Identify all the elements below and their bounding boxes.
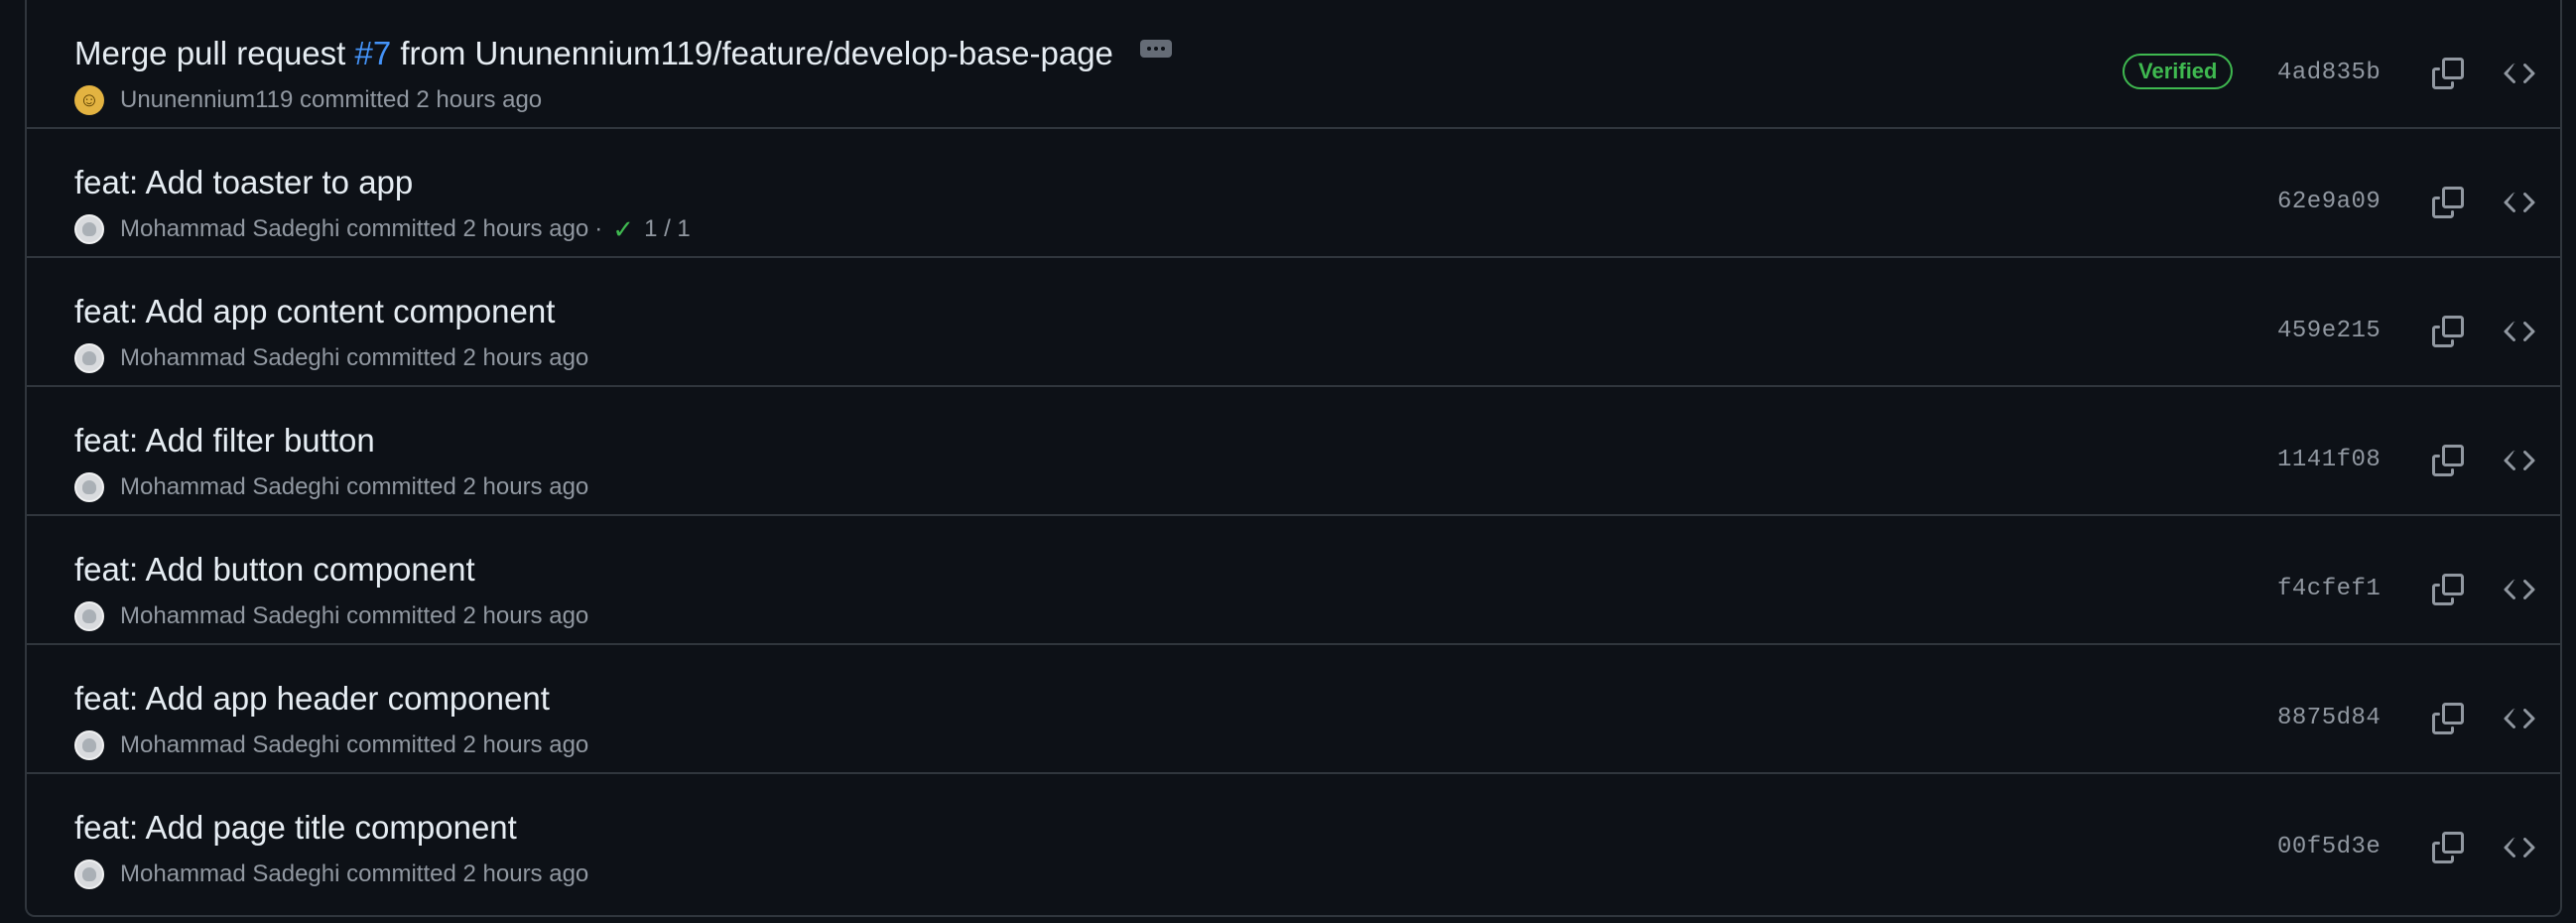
commit-title-suffix[interactable]: from Ununennium119/feature/develop-base-… [391, 35, 1113, 71]
ellipsis-icon[interactable] [1140, 40, 1173, 59]
commit-meta: Mohammad Sadeghi committed 2 hours ago [74, 728, 588, 762]
commit-title[interactable]: feat: Add app content component [74, 292, 555, 331]
commit-sha[interactable]: 4ad835b [2277, 56, 2381, 91]
browse-repo-button[interactable] [2498, 52, 2541, 95]
browse-repo-button[interactable] [2498, 439, 2541, 482]
verified-badge[interactable]: Verified [2123, 54, 2234, 89]
copy-sha-button[interactable] [2426, 826, 2470, 869]
commit-title[interactable]: feat: Add filter button [74, 421, 375, 461]
commit-row: feat: Add app content component Mohammad… [27, 256, 2560, 385]
avatar[interactable]: ☺ [74, 85, 104, 115]
code-icon [2504, 709, 2535, 728]
commit-author[interactable]: Mohammad Sadeghi [120, 215, 339, 243]
commit-time: committed 2 hours ago [300, 86, 543, 113]
check-icon[interactable]: ✓ [612, 214, 634, 245]
copy-icon [2432, 445, 2464, 476]
smiley-icon: ☺ [78, 89, 100, 111]
commit-sha[interactable]: 00f5d3e [2277, 830, 2381, 865]
commit-title-prefix[interactable]: Merge pull request [74, 35, 354, 71]
code-icon [2504, 322, 2535, 341]
commit-author[interactable]: Mohammad Sadeghi [120, 344, 339, 372]
commit-time: committed 2 hours ago [346, 860, 589, 887]
avatar[interactable] [74, 343, 104, 373]
commit-sha[interactable]: f4cfef1 [2277, 572, 2381, 607]
commit-author[interactable]: Ununennium119 [120, 86, 293, 114]
commit-meta: ☺ Ununennium119 committed 2 hours ago [74, 83, 542, 117]
browse-repo-button[interactable] [2498, 568, 2541, 611]
browse-repo-button[interactable] [2498, 697, 2541, 740]
commit-title[interactable]: feat: Add page title component [74, 808, 517, 848]
commit-row: Merge pull request #7 from Ununennium119… [27, 0, 2560, 127]
browse-repo-button[interactable] [2498, 181, 2541, 224]
copy-sha-button[interactable] [2426, 439, 2470, 482]
commit-author[interactable]: Mohammad Sadeghi [120, 860, 339, 888]
commit-row: feat: Add button component Mohammad Sade… [27, 514, 2560, 643]
copy-icon [2432, 574, 2464, 605]
commit-row: feat: Add toaster to app Mohammad Sadegh… [27, 127, 2560, 256]
commit-list: Merge pull request #7 from Ununennium119… [25, 0, 2562, 917]
commit-title[interactable]: Merge pull request #7 from Ununennium119… [74, 34, 1173, 73]
commit-time: committed 2 hours ago [346, 731, 589, 758]
code-icon [2504, 64, 2535, 83]
checks-count[interactable]: 1 / 1 [644, 215, 691, 243]
code-icon [2504, 451, 2535, 470]
copy-icon [2432, 187, 2464, 218]
commit-time: committed 2 hours ago [346, 215, 589, 242]
copy-icon [2432, 316, 2464, 347]
code-icon [2504, 580, 2535, 599]
avatar[interactable] [74, 214, 104, 244]
commit-sha[interactable]: 62e9a09 [2277, 185, 2381, 220]
commit-time: committed 2 hours ago [346, 473, 589, 500]
code-icon [2504, 193, 2535, 212]
commit-time: committed 2 hours ago [346, 344, 589, 371]
commit-sha[interactable]: 8875d84 [2277, 701, 2381, 736]
commit-meta: Mohammad Sadeghi committed 2 hours ago [74, 857, 588, 891]
browse-repo-button[interactable] [2498, 310, 2541, 353]
commit-row: feat: Add filter button Mohammad Sadeghi… [27, 385, 2560, 514]
pull-request-link[interactable]: #7 [354, 35, 391, 71]
copy-icon [2432, 832, 2464, 863]
commit-title[interactable]: feat: Add toaster to app [74, 163, 413, 202]
copy-icon [2432, 58, 2464, 89]
commit-sha[interactable]: 459e215 [2277, 314, 2381, 349]
commit-meta: Mohammad Sadeghi committed 2 hours ago [74, 341, 588, 375]
avatar[interactable] [74, 601, 104, 631]
avatar[interactable] [74, 472, 104, 502]
copy-sha-button[interactable] [2426, 568, 2470, 611]
copy-sha-button[interactable] [2426, 310, 2470, 353]
commit-author[interactable]: Mohammad Sadeghi [120, 602, 339, 630]
commit-author[interactable]: Mohammad Sadeghi [120, 473, 339, 501]
code-icon [2504, 838, 2535, 857]
commit-sha[interactable]: 1141f08 [2277, 443, 2381, 478]
avatar[interactable] [74, 730, 104, 760]
browse-repo-button[interactable] [2498, 826, 2541, 869]
commit-meta: Mohammad Sadeghi committed 2 hours ago [74, 470, 588, 504]
copy-sha-button[interactable] [2426, 181, 2470, 224]
copy-sha-button[interactable] [2426, 52, 2470, 95]
commit-title[interactable]: feat: Add button component [74, 550, 475, 590]
commit-time: committed 2 hours ago [346, 602, 589, 629]
avatar[interactable] [74, 859, 104, 889]
commit-author[interactable]: Mohammad Sadeghi [120, 731, 339, 759]
commit-meta: Mohammad Sadeghi committed 2 hours ago ·… [74, 212, 691, 246]
commit-title[interactable]: feat: Add app header component [74, 679, 550, 719]
commit-row: feat: Add app header component Mohammad … [27, 643, 2560, 772]
copy-icon [2432, 703, 2464, 734]
commit-row: feat: Add page title component Mohammad … [27, 772, 2560, 901]
commit-meta: Mohammad Sadeghi committed 2 hours ago [74, 599, 588, 633]
copy-sha-button[interactable] [2426, 697, 2470, 740]
